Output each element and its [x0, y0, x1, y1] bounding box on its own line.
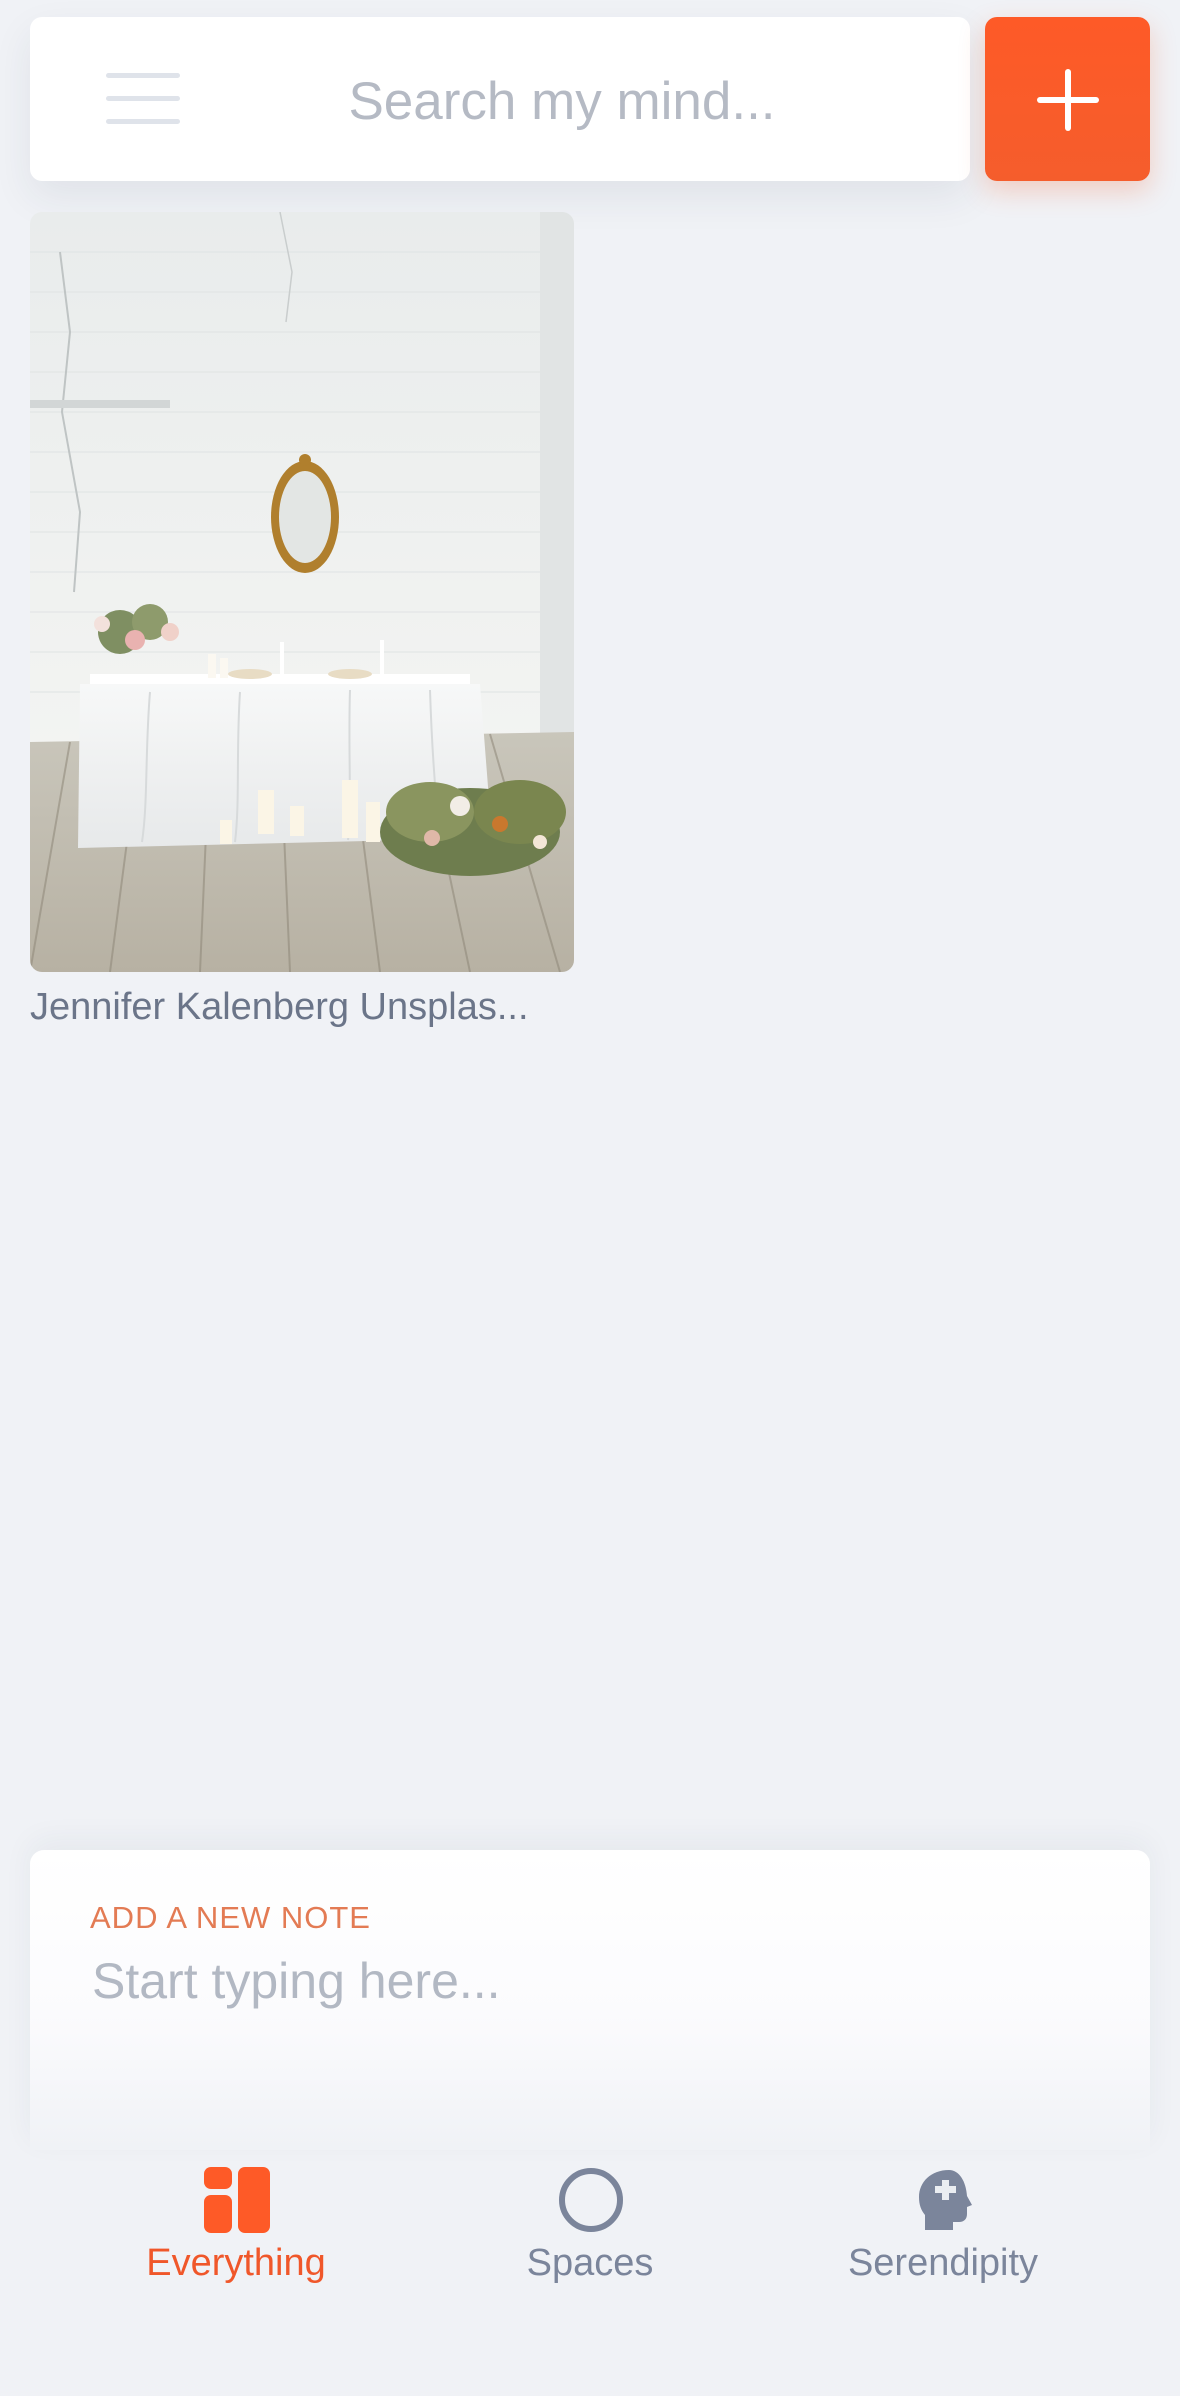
hamburger-menu-icon[interactable] — [76, 73, 180, 125]
card-caption: Jennifer Kalenberg Unsplas... — [30, 986, 529, 1028]
new-note-label: ADD A NEW NOTE — [90, 1900, 371, 1935]
circle-icon — [559, 2168, 623, 2232]
nav-label-spaces: Spaces — [526, 2242, 654, 2284]
bottom-navigation: Everything Spaces Serendipity — [0, 2150, 1180, 2396]
card[interactable]: Jennifer Kalenberg Unsplas... — [30, 212, 574, 1029]
nav-item-spaces[interactable]: Spaces — [440, 2150, 740, 2330]
card-image — [30, 212, 574, 972]
search-input[interactable] — [240, 65, 884, 137]
add-button[interactable] — [985, 17, 1150, 181]
search-bar — [30, 17, 970, 181]
new-note-input[interactable] — [90, 1940, 1074, 2022]
nav-label-everything: Everything — [146, 2242, 326, 2284]
nav-item-everything[interactable]: Everything — [86, 2150, 386, 2330]
new-note-panel: ADD A NEW NOTE — [30, 1850, 1150, 2150]
nav-label-serendipity: Serendipity — [847, 2242, 1039, 2284]
everything-grid-icon — [204, 2167, 270, 2233]
head-profile-icon — [919, 2170, 972, 2230]
nav-item-serendipity[interactable]: Serendipity — [793, 2150, 1093, 2330]
